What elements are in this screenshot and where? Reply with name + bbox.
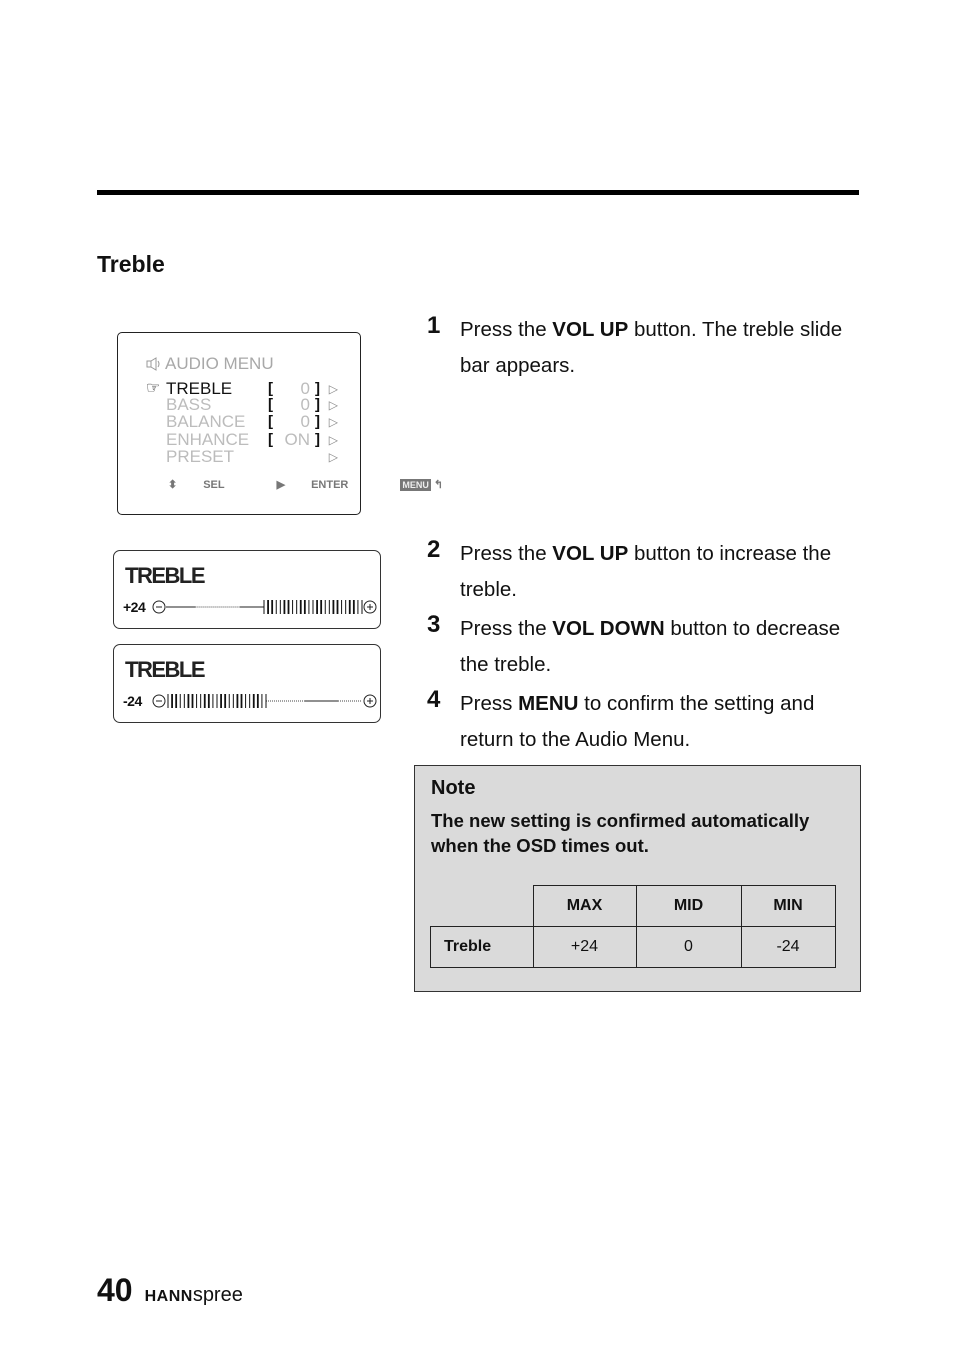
play-arrow-icon: ▶ bbox=[276, 479, 286, 491]
return-arrow-icon: ↰ bbox=[433, 479, 444, 491]
triangle-right-icon: ▷ bbox=[328, 433, 338, 447]
bracket-close: ] bbox=[315, 431, 320, 448]
up-down-arrow-icon: ⬍ bbox=[168, 479, 178, 491]
header-rule bbox=[97, 190, 859, 195]
page-number: 40 bbox=[97, 1272, 133, 1308]
table-cell: +24 bbox=[532, 926, 637, 968]
note-text: The new setting is confirmed automatical… bbox=[431, 810, 810, 856]
osd-menu-title: AUDIO MENU bbox=[165, 354, 274, 373]
brand-logo: HANNspree bbox=[144, 1284, 243, 1306]
triangle-right-icon: ▷ bbox=[328, 415, 338, 429]
bracket-close: ] bbox=[315, 396, 320, 413]
osd-footer-menu: MENU ↰ bbox=[400, 479, 444, 491]
slider-bar bbox=[152, 600, 377, 614]
bracket-close: ] bbox=[315, 380, 320, 397]
bracket-open: [ bbox=[268, 431, 273, 448]
bracket-close: ] bbox=[315, 413, 320, 430]
col-header: MID bbox=[635, 885, 742, 927]
osd-footer: ⬍ SEL ▶ ENTER MENU ↰ bbox=[168, 478, 495, 491]
slider-title: TREBLE bbox=[125, 563, 206, 588]
section-title: Treble bbox=[97, 251, 165, 277]
triangle-right-icon: ▷ bbox=[328, 450, 338, 464]
row-header: Treble bbox=[430, 926, 534, 968]
triangle-right-icon: ▷ bbox=[328, 398, 338, 412]
speaker-icon bbox=[146, 357, 160, 371]
bracket-open: [ bbox=[268, 413, 273, 430]
slider-value: +24 bbox=[123, 599, 146, 615]
bracket-open: [ bbox=[268, 396, 273, 413]
note-title: Note bbox=[431, 777, 476, 799]
col-header: MIN bbox=[740, 885, 836, 927]
page-footer: 40 HANNspree bbox=[97, 1272, 243, 1309]
table-cell: 0 bbox=[635, 926, 742, 968]
bracket-open: [ bbox=[268, 380, 273, 397]
pointing-hand-icon: ☞ bbox=[146, 380, 161, 397]
table-cell: -24 bbox=[740, 926, 836, 968]
slider-title: TREBLE bbox=[125, 657, 206, 682]
triangle-right-icon: ▷ bbox=[328, 382, 338, 396]
table-row: Treble +24 0 -24 bbox=[430, 926, 836, 968]
slider-bar bbox=[152, 694, 377, 708]
table-header-row: MAX MID MIN bbox=[430, 885, 836, 927]
range-table: MAX MID MIN Treble +24 0 -24 bbox=[430, 885, 836, 968]
treble-slider-max: TREBLE +24 bbox=[113, 550, 381, 629]
osd-menu-header: AUDIO MENU bbox=[146, 354, 274, 374]
col-header: MAX bbox=[532, 885, 637, 927]
treble-slider-min: TREBLE -24 bbox=[113, 644, 381, 723]
osd-footer-sel: ⬍ SEL bbox=[168, 479, 225, 491]
osd-footer-enter: ▶ ENTER bbox=[276, 479, 349, 491]
slider-value: -24 bbox=[123, 693, 142, 709]
osd-audio-menu: AUDIO MENU ☞ TREBLE [ 0 ] ▷ BASS [ 0 ] ▷… bbox=[117, 332, 443, 515]
note-box: Note The new setting is confirmed automa… bbox=[414, 765, 861, 992]
